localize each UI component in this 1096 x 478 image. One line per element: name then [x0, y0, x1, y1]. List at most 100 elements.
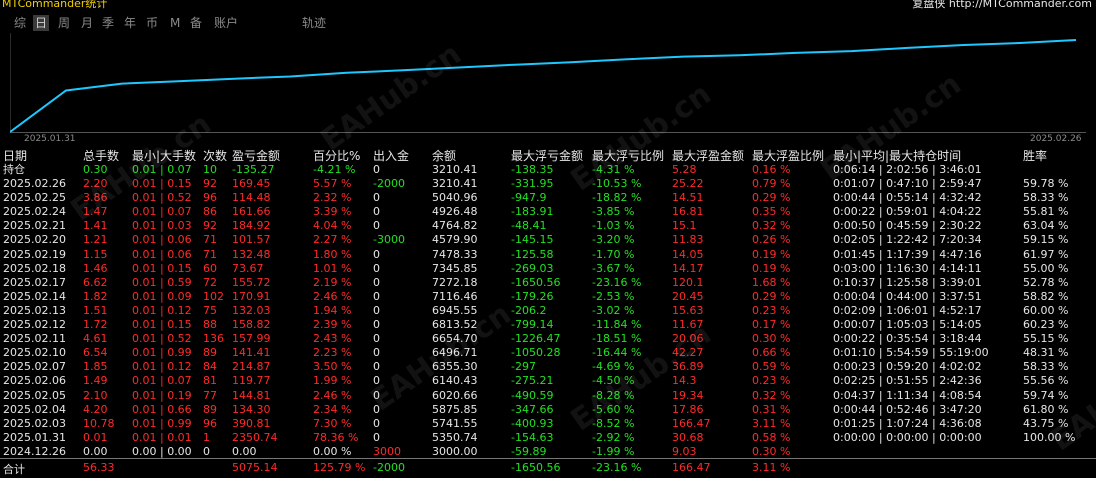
cell-max-float-profit: 15.63 — [672, 303, 704, 317]
cell-max-float-profit: 5.28 — [672, 163, 697, 176]
cell-max-float-profit: 166.47 — [672, 416, 711, 430]
tab-note[interactable]: 备 — [188, 15, 204, 31]
cell-date: 2025.02.12 — [3, 318, 66, 331]
summary-max-float-profit: 166.47 — [672, 461, 711, 474]
brand-url[interactable]: http://MTCommander.com — [949, 0, 1092, 10]
cell-percent: 2.43 % — [313, 332, 352, 346]
cell-hold-time: 0:01:45 | 1:17:39 | 4:47:16 — [833, 247, 982, 261]
tab-magic[interactable]: M — [168, 15, 182, 31]
cell-min-max-lots: 0.01 | 0.12 — [132, 360, 192, 374]
cell-max-float-loss: -125.58 — [511, 247, 554, 261]
cell-total-lots: 1.82 — [83, 289, 108, 303]
cell-balance: 6355.30 — [432, 360, 478, 374]
cell-max-float-loss: -1050.28 — [511, 346, 561, 360]
cell-max-float-profit-pct: 0.19 % — [752, 261, 791, 275]
cell-balance: 3210.41 — [432, 177, 478, 190]
cell-pnl: 0.00 — [232, 444, 257, 458]
cell-date: 2025.02.17 — [3, 275, 66, 289]
cell-percent: 2.23 % — [313, 346, 352, 360]
brand: 复盘侠 http://MTCommander.com — [912, 0, 1092, 11]
summary-percent: 125.79 % — [313, 461, 366, 474]
cell-hold-time: 0:00:44 | 0:52:46 | 3:47:20 — [833, 402, 982, 416]
cell-max-float-profit: 14.3 — [672, 374, 697, 388]
cell-pnl: 119.77 — [232, 374, 271, 388]
cell-percent: 2.46 % — [313, 289, 352, 303]
cell-percent: 0.00 % — [313, 444, 352, 458]
cell-win-rate: 58.33 % — [1023, 360, 1069, 374]
header-pnl: 盈亏金额 — [232, 149, 281, 163]
cell-count: 89 — [203, 346, 217, 360]
cell-min-max-lots: 0.01 | 0.19 — [132, 388, 192, 402]
cell-deposit: 0 — [373, 388, 380, 402]
cell-hold-time: 0:04:37 | 1:11:34 | 4:08:54 — [833, 388, 982, 402]
cell-date: 2025.01.31 — [3, 430, 66, 444]
header-max-float-loss: 最大浮亏金额 — [511, 149, 584, 163]
cell-max-float-loss: -297 — [511, 360, 536, 374]
cell-deposit: 0 — [373, 289, 380, 303]
cell-balance: 4579.90 — [432, 233, 478, 247]
cell-min-max-lots: 0.01 | 0.99 — [132, 416, 192, 430]
cell-total-lots: 4.61 — [83, 332, 108, 346]
table-row: 2025.02.21 1.41 0.01 | 0.03 92 184.92 4.04 % 0… — [0, 219, 1096, 233]
cell-max-float-profit: 11.83 — [672, 233, 704, 247]
tab-currency[interactable]: 币 — [144, 15, 160, 31]
cell-balance: 7345.85 — [432, 261, 478, 275]
table-row: 2025.02.26 2.20 0.01 | 0.15 92 169.45 5.57 % -… — [0, 177, 1096, 191]
cell-deposit: 0 — [373, 374, 380, 388]
cell-deposit: 0 — [373, 261, 380, 275]
header-total-lots: 总手数 — [83, 149, 120, 163]
tab-week[interactable]: 周 — [56, 15, 72, 31]
cell-hold-time: 0:01:10 | 5:54:59 | 55:19:00 — [833, 346, 989, 360]
table-row: 2025.02.25 3.86 0.01 | 0.52 96 114.48 2.32 % 0… — [0, 191, 1096, 205]
cell-balance: 7116.46 — [432, 289, 478, 303]
cell-count: 77 — [203, 388, 217, 402]
cell-total-lots: 2.10 — [83, 388, 108, 402]
cell-percent: 2.27 % — [313, 233, 352, 247]
equity-line — [10, 39, 1077, 133]
cell-count: 102 — [203, 289, 224, 303]
cell-max-float-loss: -400.93 — [511, 416, 554, 430]
cell-date: 2025.02.10 — [3, 346, 66, 360]
tab-month[interactable]: 月 — [79, 15, 95, 31]
tab-day[interactable]: 日 — [33, 15, 50, 31]
tab-account[interactable]: 账户 — [212, 15, 240, 31]
cell-total-lots: 0.30 — [83, 163, 108, 176]
cell-total-lots: 1.51 — [83, 303, 108, 317]
cell-max-float-profit-pct: 0.32 % — [752, 388, 791, 402]
cell-min-max-lots: 0.01 | 0.59 — [132, 275, 192, 289]
equity-chart-svg — [10, 33, 1086, 133]
cell-hold-time: 0:00:44 | 0:55:14 | 4:32:42 — [833, 191, 982, 205]
tab-year[interactable]: 年 — [122, 15, 138, 31]
cell-percent: -4.21 % — [313, 163, 356, 176]
cell-deposit: 0 — [373, 360, 380, 374]
cell-percent: 2.34 % — [313, 402, 352, 416]
cell-percent: 2.19 % — [313, 275, 352, 289]
cell-total-lots: 1.15 — [83, 247, 108, 261]
cell-max-float-loss-pct: -3.85 % — [592, 205, 635, 219]
header-max-float-profit: 最大浮盈金额 — [672, 149, 745, 163]
summary-date: 合计 — [3, 463, 25, 476]
cell-count: 136 — [203, 332, 224, 346]
table-row: 2025.02.10 6.54 0.01 | 0.99 89 141.41 2.23 % 0… — [0, 346, 1096, 360]
cell-min-max-lots: 0.01 | 0.07 — [132, 163, 192, 176]
cell-pnl: 214.87 — [232, 360, 271, 374]
cell-deposit: -3000 — [373, 233, 405, 247]
cell-hold-time: 0:03:00 | 1:16:30 | 4:14:11 — [833, 261, 982, 275]
cell-balance: 3000.00 — [432, 444, 478, 458]
cell-deposit: 0 — [373, 332, 380, 346]
cell-max-float-loss-pct: -4.31 % — [592, 163, 635, 176]
cell-max-float-profit: 120.1 — [672, 275, 704, 289]
tab-all[interactable]: 综 — [12, 15, 28, 31]
cell-pnl: 2350.74 — [232, 430, 278, 444]
tab-quarter[interactable]: 季 — [100, 15, 116, 31]
cell-count: 92 — [203, 177, 217, 190]
summary-max-float-loss-pct: -23.16 % — [592, 461, 642, 474]
cell-max-float-profit: 16.81 — [672, 205, 704, 219]
cell-date: 2025.02.07 — [3, 360, 66, 374]
cell-pnl: 141.41 — [232, 346, 271, 360]
tab-track[interactable]: 轨迹 — [300, 15, 328, 31]
cell-min-max-lots: 0.01 | 0.09 — [132, 289, 192, 303]
cell-deposit: 0 — [373, 346, 380, 360]
cell-max-float-loss: -1650.56 — [511, 275, 561, 289]
header-count: 次数 — [203, 149, 228, 163]
